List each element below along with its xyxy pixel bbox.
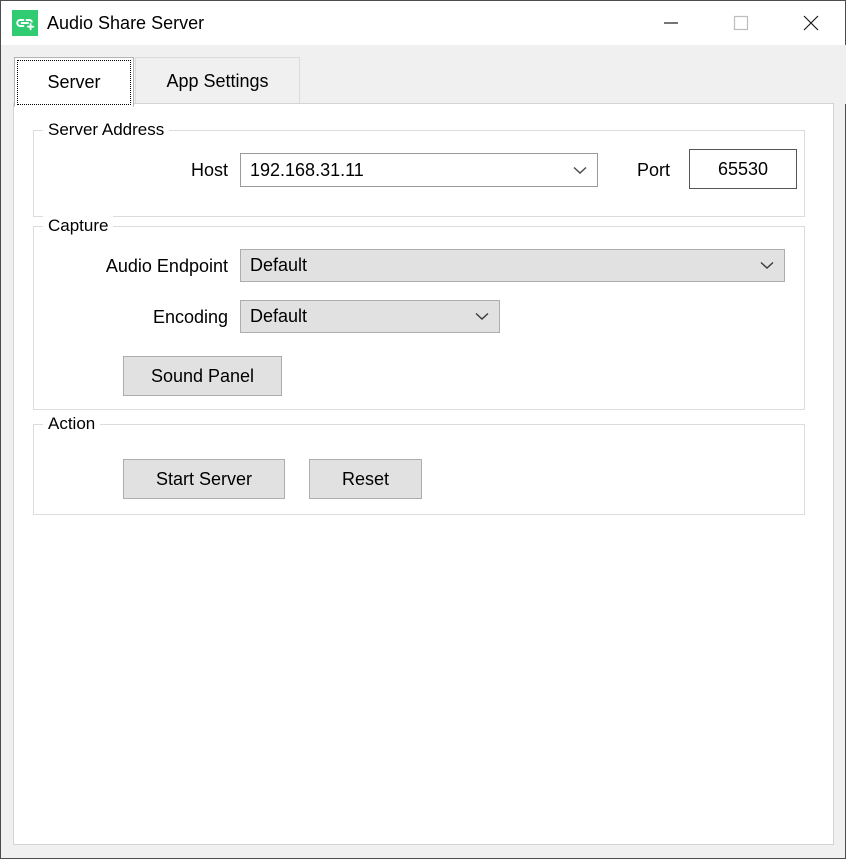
- group-capture-title: Capture: [43, 216, 113, 236]
- tab-app-settings-label: App Settings: [166, 71, 268, 92]
- group-capture: Capture Audio Endpoint Default Encoding …: [33, 226, 805, 410]
- encoding-label: Encoding: [67, 307, 228, 328]
- port-value: 65530: [718, 159, 768, 180]
- group-server-address: Server Address Host 192.168.31.11 Port 6…: [33, 130, 805, 217]
- minimize-button[interactable]: [645, 1, 697, 45]
- title-bar: Audio Share Server: [1, 1, 845, 45]
- sound-panel-button[interactable]: Sound Panel: [123, 356, 282, 396]
- server-tab-panel: Server Address Host 192.168.31.11 Port 6…: [13, 103, 834, 845]
- encoding-combobox[interactable]: Default: [240, 300, 500, 333]
- tab-server[interactable]: Server: [14, 57, 134, 107]
- chevron-down-icon[interactable]: [750, 261, 784, 270]
- window-title: Audio Share Server: [47, 10, 204, 36]
- group-action: Action Start Server Reset: [33, 424, 805, 515]
- maximize-button[interactable]: [715, 1, 767, 45]
- close-button[interactable]: [785, 1, 837, 45]
- close-icon: [785, 1, 837, 45]
- minimize-icon: [645, 1, 697, 45]
- tab-app-settings[interactable]: App Settings: [135, 57, 300, 104]
- encoding-value: Default: [241, 306, 465, 327]
- group-server-address-title: Server Address: [43, 120, 169, 140]
- group-action-title: Action: [43, 414, 100, 434]
- port-input[interactable]: 65530: [689, 149, 797, 189]
- audio-endpoint-label: Audio Endpoint: [67, 256, 228, 277]
- app-window: Audio Share Server: [0, 0, 846, 859]
- chevron-down-icon[interactable]: [465, 312, 499, 321]
- host-value: 192.168.31.11: [241, 160, 563, 181]
- maximize-icon: [715, 1, 767, 45]
- chevron-down-icon[interactable]: [563, 166, 597, 175]
- audio-endpoint-combobox[interactable]: Default: [240, 249, 785, 282]
- reset-button[interactable]: Reset: [309, 459, 422, 499]
- host-label: Host: [120, 160, 228, 181]
- start-server-button[interactable]: Start Server: [123, 459, 285, 499]
- audio-endpoint-value: Default: [241, 255, 750, 276]
- app-icon: [12, 10, 38, 36]
- host-combobox[interactable]: 192.168.31.11: [240, 153, 598, 187]
- tab-server-label: Server: [47, 72, 100, 93]
- port-label: Port: [612, 160, 670, 181]
- tab-bar: Server App Settings: [2, 45, 846, 104]
